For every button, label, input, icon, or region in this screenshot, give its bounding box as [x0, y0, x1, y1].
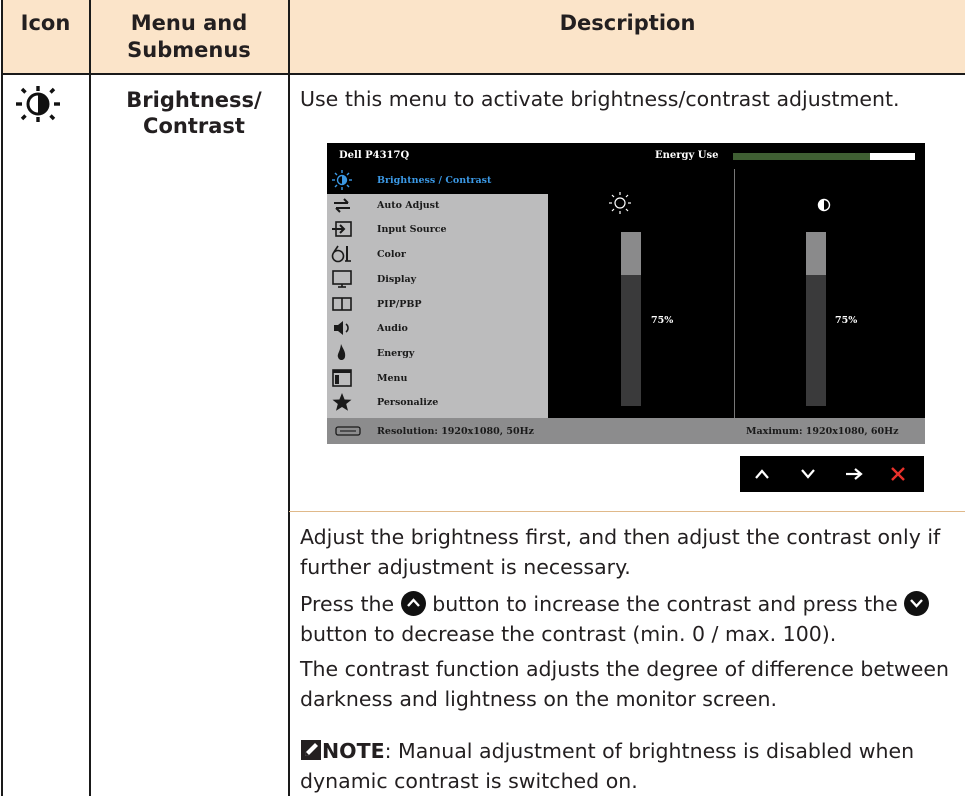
- color-icon: [331, 244, 359, 266]
- brightness-slider-track[interactable]: [621, 232, 641, 406]
- osd-status-bar: Resolution: 1920x1080, 50Hz Maximum: 192…: [327, 418, 925, 444]
- contrast-value: 75%: [835, 315, 858, 326]
- brightness-icon: [331, 170, 359, 192]
- description-para-3: The contrast function adjusts the degree…: [300, 657, 950, 711]
- brightness-slider-fill: [621, 275, 641, 406]
- osd-menu-item-label: PIP/PBP: [377, 298, 422, 310]
- header-menu: Menu and Submenus: [127, 11, 251, 62]
- contrast-slider-fill: [806, 275, 826, 406]
- input-source-icon: [331, 219, 359, 241]
- brightness-contrast-icon: [13, 84, 63, 124]
- down-button-icon: [904, 591, 930, 616]
- audio-icon: [331, 318, 359, 340]
- osd-menu-item[interactable]: Input Source: [327, 218, 548, 243]
- contrast-icon: [817, 197, 831, 212]
- note-paragraph: NOTE: Manual adjustment of brightness is…: [300, 736, 960, 796]
- description-para-1: Adjust the brightness first, and then ad…: [300, 525, 941, 579]
- osd-menu-item-label: Personalize: [377, 397, 439, 409]
- header-description: Description: [559, 11, 696, 35]
- brightness-value: 75%: [651, 315, 674, 326]
- right-arrow-icon[interactable]: [834, 456, 874, 492]
- energy-use-fill: [733, 153, 870, 160]
- para2-before: Press the: [300, 592, 395, 616]
- contrast-slider-track[interactable]: [806, 232, 826, 406]
- osd-menu-item-label: Input Source: [377, 224, 447, 236]
- osd-menu-item[interactable]: Display: [327, 268, 548, 293]
- osd-maximum: Maximum: 1920x1080, 60Hz: [746, 426, 899, 437]
- note-label: NOTE: [322, 739, 385, 763]
- auto-adjust-icon: [331, 195, 359, 217]
- osd-menu-item[interactable]: Personalize: [327, 391, 548, 416]
- description-intro: Use this menu to activate brightness/con…: [300, 87, 900, 111]
- osd-resolution: Resolution: 1920x1080, 50Hz: [377, 426, 534, 437]
- osd-menu-item-label: Auto Adjust: [377, 199, 440, 211]
- display-icon: [331, 269, 359, 291]
- description-divider: [289, 511, 965, 512]
- table-header-bottom: [1, 73, 965, 75]
- osd-menu-item-label: Menu: [377, 372, 408, 384]
- table-divider-2: [288, 0, 290, 796]
- osd-menu-item-label: Energy: [377, 347, 415, 359]
- osd-panel-divider: [734, 169, 735, 418]
- menu-label-line1: Brightness/: [126, 88, 262, 112]
- osd-menu-item[interactable]: Menu: [327, 367, 548, 392]
- osd-adjust-panel: 75% 75%: [548, 169, 925, 418]
- up-icon[interactable]: [742, 456, 782, 492]
- osd-menu-item-label: Audio: [377, 323, 408, 335]
- osd-menu-item[interactable]: Color: [327, 243, 548, 268]
- up-button-icon: [400, 591, 426, 616]
- osd-menu-item[interactable]: Auto Adjust: [327, 194, 548, 219]
- note-text: : Manual adjustment of brightness is dis…: [300, 739, 915, 793]
- osd-menu-item-label: Color: [377, 249, 406, 261]
- note-pencil-icon: [300, 739, 322, 761]
- header-icon: Icon: [20, 11, 71, 35]
- energy-icon: [331, 343, 359, 365]
- menu-label-line2: Contrast: [143, 114, 245, 138]
- osd-menu-item[interactable]: PIP/PBP: [327, 293, 548, 318]
- personalize-icon: [331, 392, 359, 414]
- description-para-2: Press the button to increase the contras…: [300, 589, 960, 649]
- osd-model-name: Dell P4317Q: [339, 150, 410, 161]
- close-icon[interactable]: [878, 456, 918, 492]
- osd-screenshot: Dell P4317Q Energy Use Brightness / Cont…: [327, 143, 925, 444]
- osd-menu-item-label: Brightness / Contrast: [377, 175, 492, 186]
- osd-menu-item-label: Display: [377, 273, 417, 285]
- osd-menu-list: Brightness / Contrast Auto Adjust Input So…: [327, 169, 548, 436]
- table-divider-1: [89, 0, 91, 796]
- osd-title-bar: Dell P4317Q Energy Use: [327, 143, 925, 169]
- brightness-sun-icon: [608, 191, 632, 215]
- osd-nav-buttons: [740, 456, 924, 492]
- hdmi-port-icon: [335, 426, 361, 436]
- menu-icon: [331, 368, 359, 390]
- osd-menu-item[interactable]: Audio: [327, 317, 548, 342]
- down-icon[interactable]: [788, 456, 828, 492]
- osd-menu-item[interactable]: Brightness / Contrast: [327, 169, 548, 194]
- para2-middle: button to increase the contrast and pres…: [432, 592, 898, 616]
- osd-menu-item[interactable]: Energy: [327, 342, 548, 367]
- energy-use-meter: [733, 153, 915, 160]
- osd-energy-label: Energy Use: [655, 150, 719, 161]
- pip-pbp-icon: [331, 294, 359, 316]
- para2-after: button to decrease the contrast (min. 0 …: [300, 622, 837, 646]
- table-border-left: [1, 0, 3, 796]
